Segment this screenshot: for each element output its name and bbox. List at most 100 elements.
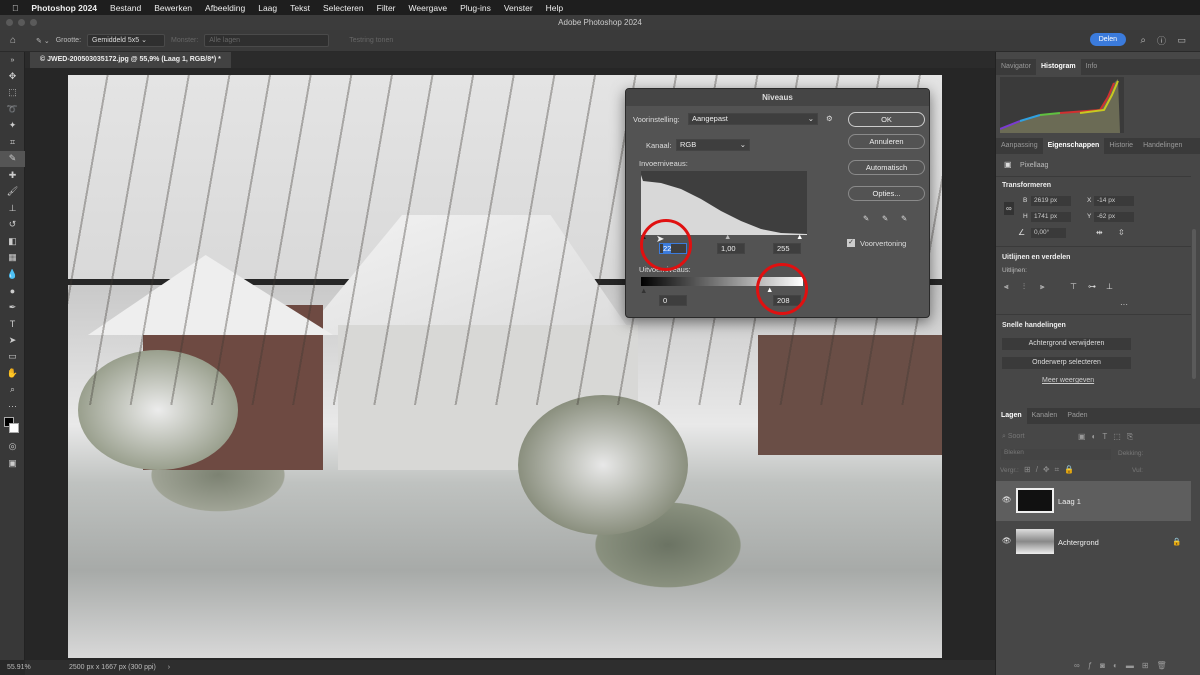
show-more-link[interactable]: Meer weergeven bbox=[1042, 377, 1094, 384]
magic-wand-tool-icon[interactable]: ✦ bbox=[0, 118, 25, 135]
eraser-tool-icon[interactable]: ◧ bbox=[0, 233, 25, 250]
cancel-button[interactable]: Annuleren bbox=[848, 134, 925, 149]
menu-tekst[interactable]: Tekst bbox=[290, 3, 310, 13]
layer-actions-icons[interactable]: ∞ƒ◙◐▬⊞🗑 bbox=[1074, 661, 1175, 670]
size-select[interactable]: Gemiddeld 5x5 ⌄ bbox=[87, 34, 166, 47]
zoom-tool-icon[interactable]: ⌕ bbox=[0, 382, 25, 399]
layer-filter-search[interactable]: ⌕ Soort bbox=[1002, 433, 1025, 441]
preset-gear-icon[interactable]: ⚙ bbox=[826, 114, 833, 123]
input-white-slider[interactable]: ▲ bbox=[796, 232, 803, 241]
type-tool-icon[interactable]: T bbox=[0, 316, 25, 333]
auto-button[interactable]: Automatisch bbox=[848, 160, 925, 175]
align-left-icon[interactable]: ⫷ bbox=[1004, 282, 1009, 292]
menu-plugins[interactable]: Plug-ins bbox=[460, 3, 491, 13]
menu-venster[interactable]: Venster bbox=[504, 3, 533, 13]
remove-background-button[interactable]: Achtergrond verwijderen bbox=[1002, 338, 1131, 350]
tab-adjustments[interactable]: Aanpassing bbox=[996, 138, 1043, 154]
flip-vertical-icon[interactable]: ⇳ bbox=[1118, 228, 1125, 237]
align-right-icon[interactable]: ⫸ bbox=[1040, 282, 1045, 292]
eyedropper-tool-icon[interactable]: ✎ bbox=[0, 150, 25, 167]
layer-filter-icons[interactable]: ▣◐T⬚⎘ bbox=[1078, 432, 1139, 442]
tab-properties[interactable]: Eigenschappen bbox=[1042, 138, 1105, 154]
visibility-eye-icon[interactable]: 👁 bbox=[1002, 495, 1012, 504]
align-center-icon[interactable]: ⫶ bbox=[1023, 282, 1025, 292]
history-brush-icon[interactable]: ↺ bbox=[0, 217, 25, 234]
link-icon[interactable]: ∞ bbox=[1004, 202, 1014, 215]
pen-tool-icon[interactable]: ✒ bbox=[0, 299, 25, 316]
healing-tool-icon[interactable]: ✚ bbox=[0, 167, 25, 184]
tab-info[interactable]: Info bbox=[1081, 59, 1103, 75]
input-white-field[interactable]: 255 bbox=[773, 243, 801, 254]
align-section[interactable]: Uitlijnen en verdelen bbox=[1002, 254, 1070, 261]
hand-tool-icon[interactable]: ✋ bbox=[0, 365, 25, 382]
output-black-slider[interactable]: ▲ bbox=[640, 286, 647, 295]
y-field[interactable]: -62 px bbox=[1094, 212, 1134, 222]
search-icon[interactable]: ⌕ bbox=[1140, 35, 1146, 46]
menu-app[interactable]: Photoshop 2024 bbox=[31, 3, 97, 13]
tab-actions[interactable]: Handelingen bbox=[1138, 138, 1187, 154]
path-select-icon[interactable]: ➤ bbox=[0, 332, 25, 349]
shape-tool-icon[interactable]: ▭ bbox=[0, 349, 25, 366]
menu-bestand[interactable]: Bestand bbox=[110, 3, 141, 13]
apple-icon[interactable]:  bbox=[12, 3, 18, 13]
gradient-tool-icon[interactable]: ▦ bbox=[0, 250, 25, 267]
more-options-icon[interactable]: ··· bbox=[1120, 300, 1128, 309]
more-tools-icon[interactable]: ··· bbox=[0, 398, 25, 415]
crop-tool-icon[interactable]: ⌗ bbox=[0, 134, 25, 151]
collapse-icon[interactable]: » bbox=[0, 52, 25, 68]
menu-afbeelding[interactable]: Afbeelding bbox=[205, 3, 245, 13]
eyedropper-icon[interactable]: ✎ ⌄ bbox=[36, 37, 50, 45]
align-middle-icon[interactable]: ⊶ bbox=[1088, 282, 1096, 291]
screen-mode-icon[interactable]: ▣ bbox=[0, 455, 25, 472]
lock-icon[interactable]: 🔒 bbox=[1172, 537, 1181, 546]
width-field[interactable]: 2619 px bbox=[1031, 196, 1071, 206]
menu-filter[interactable]: Filter bbox=[377, 3, 396, 13]
input-gamma-slider[interactable]: ▲ bbox=[724, 232, 731, 241]
transform-section[interactable]: Transformeren bbox=[1002, 182, 1051, 189]
share-button[interactable]: Delen bbox=[1089, 33, 1126, 46]
stamp-tool-icon[interactable]: ⊥ bbox=[0, 200, 25, 217]
quick-mask-icon[interactable]: ◎ bbox=[0, 439, 25, 456]
ok-button[interactable]: OK bbox=[848, 112, 925, 127]
input-gamma-field[interactable]: 1,00 bbox=[717, 243, 745, 254]
menu-selecteren[interactable]: Selecteren bbox=[323, 3, 364, 13]
help-icon[interactable]: ⓘ bbox=[1157, 34, 1166, 47]
layer-row-achtergrond[interactable]: 👁 Achtergrond 🔒 bbox=[996, 522, 1191, 562]
blur-tool-icon[interactable]: 💧 bbox=[0, 266, 25, 283]
gray-point-eyedropper-icon[interactable]: ✎ bbox=[882, 214, 888, 223]
preset-select[interactable]: Aangepast ⌄ bbox=[688, 113, 818, 125]
tab-channels[interactable]: Kanalen bbox=[1027, 408, 1063, 424]
menu-bewerken[interactable]: Bewerken bbox=[154, 3, 192, 13]
select-subject-button[interactable]: Onderwerp selecteren bbox=[1002, 357, 1131, 369]
layer-row-laag1[interactable]: 👁 Laag 1 bbox=[996, 481, 1191, 521]
align-bottom-icon[interactable]: ⊥ bbox=[1106, 282, 1113, 291]
marquee-tool-icon[interactable]: ⬚ bbox=[0, 85, 25, 102]
lasso-tool-icon[interactable]: ➰ bbox=[0, 101, 25, 118]
tab-layers[interactable]: Lagen bbox=[996, 408, 1027, 424]
sampling-ring-checkbox[interactable]: Testring tonen bbox=[349, 37, 393, 44]
brush-tool-icon[interactable]: 🖌 bbox=[0, 184, 25, 201]
align-top-icon[interactable]: ⊤ bbox=[1070, 282, 1077, 291]
output-black-field[interactable]: 0 bbox=[659, 295, 687, 306]
document-tab[interactable]: © JWED-200503035172.jpg @ 55,9% (Laag 1,… bbox=[30, 52, 231, 68]
menu-laag[interactable]: Laag bbox=[258, 3, 277, 13]
tab-paths[interactable]: Paden bbox=[1062, 408, 1092, 424]
tab-navigator[interactable]: Navigator bbox=[996, 59, 1036, 75]
flip-horizontal-icon[interactable]: ⇹ bbox=[1096, 228, 1103, 237]
home-icon[interactable]: ⌂ bbox=[10, 35, 16, 46]
workspace-icon[interactable]: ▭ bbox=[1177, 35, 1186, 46]
x-field[interactable]: -14 px bbox=[1094, 196, 1134, 206]
color-swatches-icon[interactable] bbox=[0, 415, 25, 439]
options-button[interactable]: Opties... bbox=[848, 186, 925, 201]
channel-select[interactable]: RGB ⌄ bbox=[676, 139, 750, 151]
height-field[interactable]: 1741 px bbox=[1031, 212, 1071, 222]
move-tool-icon[interactable]: ✥ bbox=[0, 68, 25, 85]
tab-histogram[interactable]: Histogram bbox=[1035, 59, 1081, 75]
sample-select[interactable]: Alle lagen bbox=[204, 34, 330, 47]
preview-checkbox[interactable]: ✓ bbox=[847, 239, 855, 247]
zoom-level[interactable]: 55.91% bbox=[7, 664, 31, 671]
lock-icons[interactable]: ⊞/✥⌗🔒 bbox=[1024, 465, 1079, 475]
status-chevron-icon[interactable]: › bbox=[168, 664, 170, 671]
black-point-eyedropper-icon[interactable]: ✎ bbox=[863, 214, 869, 223]
window-controls[interactable] bbox=[6, 19, 37, 26]
